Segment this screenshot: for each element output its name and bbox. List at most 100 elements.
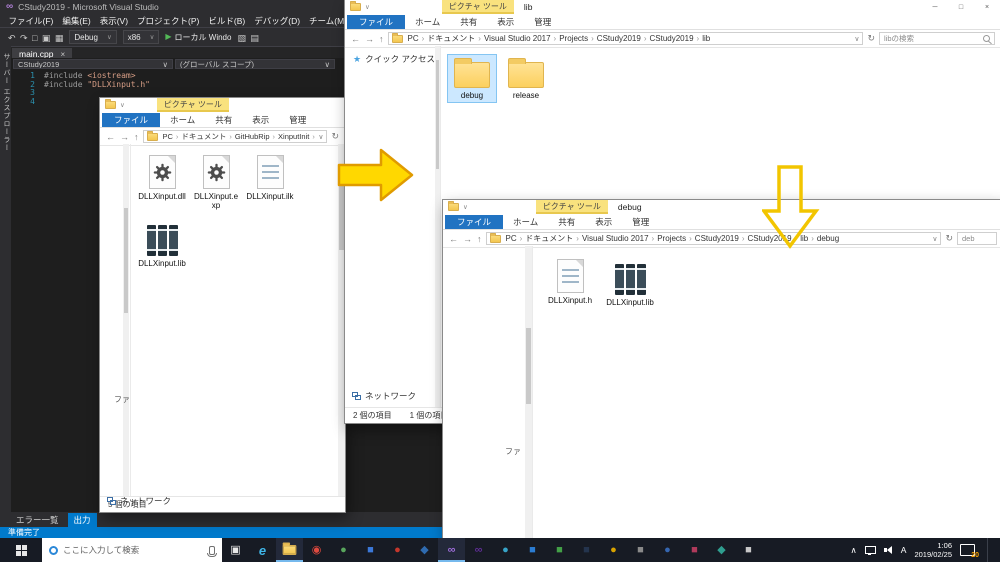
menu-item[interactable]: デバッグ(D) — [250, 15, 305, 27]
breadcrumb-item[interactable]: Visual Studio 2017 — [482, 34, 553, 43]
file-item[interactable]: DLLXinput.dll — [137, 152, 187, 204]
maximize-button[interactable]: □ — [948, 0, 974, 14]
breadcrumb-item[interactable]: ドキュメント — [523, 233, 575, 244]
file-item[interactable]: DLLXinput.lib — [137, 217, 187, 271]
quick-access-toolbar-icon[interactable]: ∨ — [365, 3, 370, 11]
breadcrumb-item[interactable]: CStudy2019 — [595, 34, 643, 43]
app-icon-11[interactable]: ● — [492, 538, 519, 562]
file-item[interactable]: DLLXinput.h — [545, 256, 595, 308]
close-button[interactable]: × — [974, 0, 1000, 14]
breadcrumb-item[interactable]: ドキュメント — [179, 131, 228, 142]
address-dropdown-icon[interactable]: ∨ — [854, 35, 859, 43]
quick-access-toolbar-icon[interactable]: ∨ — [463, 203, 468, 211]
file-item[interactable]: DLLXinput.ilk — [245, 152, 295, 204]
app-icon-6[interactable]: ■ — [357, 538, 384, 562]
server-explorer-vertical-tab[interactable]: サーバー エクスプローラー — [0, 45, 11, 512]
breadcrumb-item[interactable]: CStudy2019 — [648, 34, 696, 43]
navigate-forward-icon[interactable]: ↷ — [20, 33, 28, 43]
ribbon-tab-0[interactable]: ファイル — [347, 15, 406, 29]
volume-icon[interactable] — [883, 546, 893, 554]
file-item[interactable]: debug — [447, 54, 497, 104]
breadcrumb-item[interactable]: XinputInit — [276, 132, 311, 141]
forward-button[interactable]: → — [119, 132, 130, 142]
address-bar[interactable]: PC › ドキュメント › Visual Studio 2017 › Projects › CS… — [387, 32, 864, 45]
breadcrumb-item[interactable]: CStudy2019 — [693, 234, 741, 243]
show-desktop-button[interactable] — [987, 538, 992, 562]
ribbon-tab-1[interactable]: ホーム — [503, 215, 548, 229]
file-item[interactable]: release — [501, 54, 551, 103]
save-icon[interactable]: ▣ — [42, 33, 51, 43]
nav-item-partial[interactable]: ファ — [114, 394, 130, 405]
app-icon-16[interactable]: ■ — [627, 538, 654, 562]
address-bar[interactable]: PC › ドキュメント › Visual Studio 2017 › Projects › CS… — [485, 232, 942, 245]
forward-button[interactable]: → — [462, 234, 473, 244]
type-dropdown[interactable]: CStudy2019 ∨ — [13, 59, 173, 69]
refresh-button[interactable]: ↻ — [944, 233, 954, 244]
ribbon-tab-2[interactable]: 共有 — [450, 15, 487, 29]
menu-item[interactable]: ビルド(B) — [204, 15, 250, 27]
taskbar-clock[interactable]: 1:06 2019/02/25 — [914, 541, 952, 560]
nav-scrollbar[interactable] — [435, 46, 440, 407]
explorer-titlebar[interactable]: ∨ ピクチャ ツール debug — [443, 200, 1000, 214]
breadcrumb-item[interactable]: Projects — [655, 234, 688, 243]
solution-configuration-dropdown[interactable]: Debug ∨ — [69, 30, 117, 44]
app-icon-17[interactable]: ● — [654, 538, 681, 562]
display-icon[interactable] — [864, 546, 876, 555]
action-center-button[interactable]: 20 — [960, 544, 979, 559]
nav-scrollbar[interactable] — [123, 144, 129, 497]
ribbon-tab-1[interactable]: ホーム — [405, 15, 450, 29]
search-box[interactable]: libの検索 — [879, 32, 995, 45]
up-button[interactable]: ↑ — [378, 34, 385, 44]
back-button[interactable]: ← — [448, 234, 459, 244]
explorer-titlebar[interactable]: ∨ ピクチャ ツール — [100, 98, 345, 112]
toolbar-options-icon[interactable]: ▤ — [250, 33, 259, 43]
breadcrumb-item[interactable]: lib — [700, 34, 712, 43]
member-dropdown[interactable]: (グローバル スコープ) ∨ — [175, 59, 335, 69]
up-button[interactable]: ↑ — [476, 234, 483, 244]
app-icon-13[interactable]: ■ — [546, 538, 573, 562]
start-button[interactable] — [0, 538, 42, 562]
minimize-button[interactable]: ─ — [922, 0, 948, 14]
attach-debugger-icon[interactable]: ▧ — [237, 33, 246, 43]
picture-tools-badge[interactable]: ピクチャ ツール — [441, 0, 514, 14]
ime-indicator[interactable]: A — [901, 545, 907, 555]
tray-expand-icon[interactable]: ∧ — [851, 545, 857, 556]
chrome-icon[interactable]: ◉ — [303, 538, 330, 562]
app-icon-18[interactable]: ■ — [681, 538, 708, 562]
taskbar-search[interactable]: ここに入力して検索 — [42, 538, 222, 562]
quick-access-toolbar-icon[interactable]: ∨ — [120, 101, 125, 109]
network-item[interactable]: ネットワーク — [107, 495, 171, 507]
up-button[interactable]: ↑ — [133, 132, 140, 142]
panel-tab[interactable]: 出力 — [67, 512, 97, 527]
file-item[interactable]: DLLXinput.lib — [605, 256, 655, 310]
menu-item[interactable]: 編集(E) — [58, 15, 95, 27]
ribbon-tab-1[interactable]: ホーム — [160, 113, 205, 127]
start-debugging-button[interactable]: ▶ ローカル Windo — [165, 32, 231, 43]
file-item[interactable]: DLLXinput.exp — [191, 152, 241, 213]
refresh-button[interactable]: ↻ — [330, 131, 340, 142]
address-bar[interactable]: PC›ドキュメント›GitHubRip›XinputInit›DLLXinput… — [142, 130, 328, 143]
picture-tools-badge[interactable]: ピクチャ ツール — [535, 200, 608, 214]
app-icon-14[interactable]: ■ — [573, 538, 600, 562]
refresh-button[interactable]: ↻ — [866, 33, 876, 44]
app-icon-8[interactable]: ◆ — [411, 538, 438, 562]
breadcrumb-item[interactable]: ドキュメント — [425, 33, 477, 44]
breadcrumb-item[interactable]: PC — [504, 234, 519, 243]
ribbon-tab-3[interactable]: 表示 — [242, 113, 279, 127]
task-view-icon[interactable]: ▣ — [222, 538, 249, 562]
edge-icon[interactable]: e — [249, 538, 276, 562]
breadcrumb-item[interactable]: Projects — [557, 34, 590, 43]
ribbon-tab-2[interactable]: 共有 — [548, 215, 585, 229]
app-icon-19[interactable]: ◆ — [708, 538, 735, 562]
ribbon-tab-2[interactable]: 共有 — [205, 113, 242, 127]
panel-tab[interactable]: エラー一覧 — [10, 513, 65, 527]
menu-item[interactable]: プロジェクト(P) — [133, 15, 204, 27]
address-dropdown-icon[interactable]: ∨ — [318, 133, 323, 141]
app-icon-7[interactable]: ● — [384, 538, 411, 562]
nav-scrollbar[interactable] — [525, 246, 532, 538]
app-icon-15[interactable]: ● — [600, 538, 627, 562]
app-icon-12[interactable]: ■ — [519, 538, 546, 562]
file-explorer-icon[interactable] — [276, 538, 303, 562]
back-button[interactable]: ← — [350, 34, 361, 44]
nav-item-partial[interactable]: ファ — [505, 446, 521, 457]
